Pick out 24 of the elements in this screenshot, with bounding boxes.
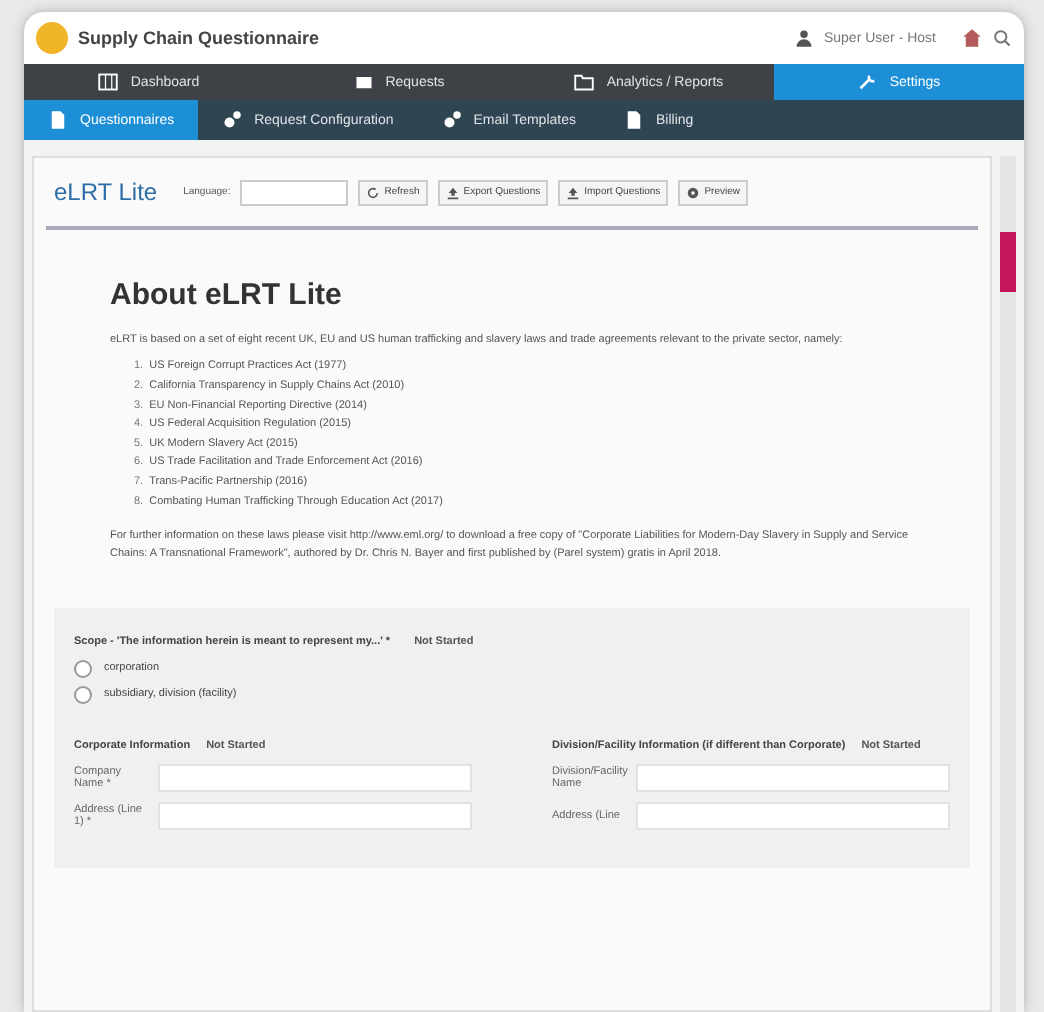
- document-icon: [623, 110, 644, 130]
- search-icon: [992, 28, 1012, 48]
- scrollbar[interactable]: [1000, 156, 1016, 1012]
- grid-icon: [98, 72, 119, 92]
- radio-button[interactable]: [74, 659, 92, 678]
- page-title: eLRT Lite: [54, 178, 158, 206]
- text-field[interactable]: [636, 801, 950, 830]
- text-field[interactable]: [158, 801, 472, 830]
- document-icon: [48, 110, 68, 130]
- user-icon: [793, 28, 814, 48]
- logo-icon: [36, 22, 68, 54]
- language-field[interactable]: [240, 179, 349, 205]
- refresh-icon: [366, 185, 381, 199]
- upload-icon: [566, 185, 581, 199]
- upload-icon: [445, 185, 460, 199]
- section-heading: About eLRT Lite: [110, 278, 344, 312]
- wrench-icon: [857, 72, 878, 92]
- text-field[interactable]: [158, 763, 472, 792]
- folder-icon: [574, 72, 595, 92]
- radio-button[interactable]: [74, 685, 92, 704]
- home-icon: [962, 28, 982, 48]
- scrollbar-thumb[interactable]: [1000, 232, 1016, 292]
- text-field[interactable]: [636, 763, 950, 792]
- window-title: Supply Chain Questionnaire: [78, 28, 320, 48]
